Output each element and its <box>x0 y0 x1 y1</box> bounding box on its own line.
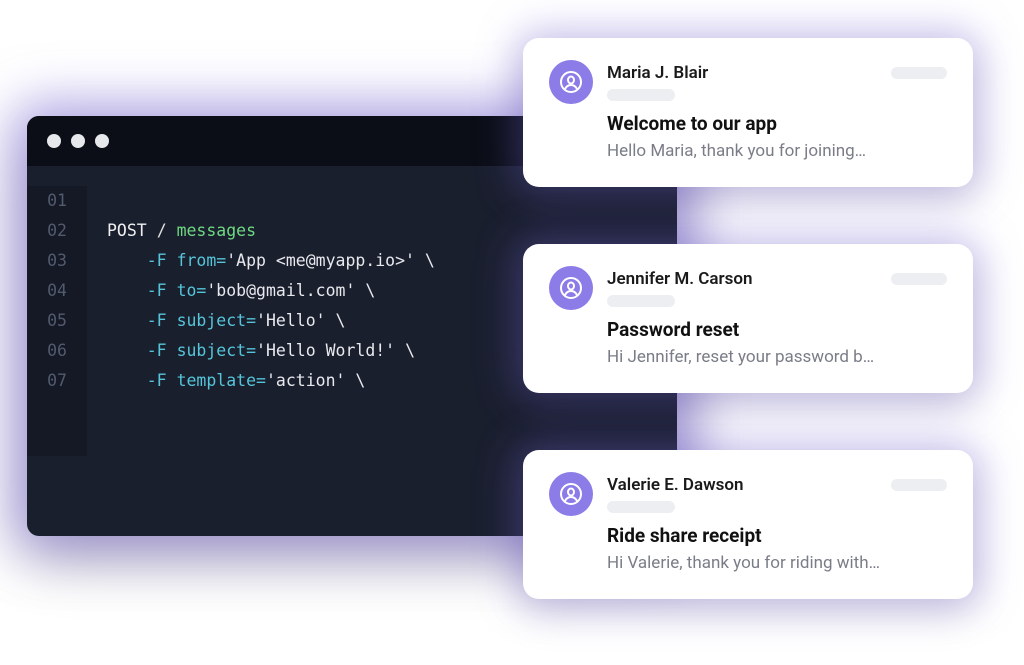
line-number: 01 <box>27 186 87 216</box>
avatar-icon <box>549 472 593 516</box>
line-number: 02 <box>27 216 87 246</box>
code-content: POST / messages -F from='App <me@myapp.i… <box>87 186 435 456</box>
param: template= <box>177 371 266 390</box>
flag: -F <box>147 341 167 360</box>
line-number: 03 <box>27 246 87 276</box>
value: 'Hello World!' <box>256 341 395 360</box>
line-number: 07 <box>27 366 87 396</box>
avatar-icon <box>549 60 593 104</box>
message-card[interactable]: Valerie E. Dawson Ride share receipt Hi … <box>523 450 973 599</box>
card-header: Maria J. Blair <box>549 60 947 104</box>
card-header: Valerie E. Dawson <box>549 472 947 516</box>
endpoint-name: messages <box>177 221 256 240</box>
value: 'App <me@myapp.io>' <box>226 251 415 270</box>
backslash: \ <box>336 311 346 330</box>
line-number: 06 <box>27 336 87 366</box>
line-number: 05 <box>27 306 87 336</box>
flag: -F <box>147 251 167 270</box>
message-preview: Hi Jennifer, reset your password b… <box>607 347 947 367</box>
close-icon[interactable] <box>47 134 61 148</box>
param: subject= <box>177 341 256 360</box>
line-number: 04 <box>27 276 87 306</box>
path-slash: / <box>157 221 167 240</box>
meta-placeholder <box>607 501 675 513</box>
flag: -F <box>147 281 167 300</box>
flag: -F <box>147 311 167 330</box>
value: 'action' <box>266 371 345 390</box>
message-subject: Password reset <box>607 318 947 341</box>
param: subject= <box>177 311 256 330</box>
message-subject: Ride share receipt <box>607 524 947 547</box>
meta-placeholder <box>607 89 675 101</box>
line-number-gutter: 01 02 03 04 05 06 07 <box>27 186 87 456</box>
minimize-icon[interactable] <box>71 134 85 148</box>
avatar-icon <box>549 266 593 310</box>
sender-name: Maria J. Blair <box>607 63 708 83</box>
timestamp-placeholder <box>891 273 947 285</box>
param: to= <box>177 281 207 300</box>
message-card[interactable]: Jennifer M. Carson Password reset Hi Jen… <box>523 244 973 393</box>
message-preview: Hello Maria, thank you for joining… <box>607 141 947 161</box>
card-header: Jennifer M. Carson <box>549 266 947 310</box>
timestamp-placeholder <box>891 67 947 79</box>
maximize-icon[interactable] <box>95 134 109 148</box>
backslash: \ <box>365 281 375 300</box>
sender-name: Valerie E. Dawson <box>607 475 744 495</box>
http-method: POST <box>107 221 147 240</box>
message-card[interactable]: Maria J. Blair Welcome to our app Hello … <box>523 38 973 187</box>
value: 'bob@gmail.com' <box>206 281 355 300</box>
backslash: \ <box>405 341 415 360</box>
backslash: \ <box>425 251 435 270</box>
message-subject: Welcome to our app <box>607 112 947 135</box>
value: 'Hello' <box>256 311 326 330</box>
message-preview: Hi Valerie, thank you for riding with… <box>607 553 947 573</box>
flag: -F <box>147 371 167 390</box>
param: from= <box>177 251 227 270</box>
timestamp-placeholder <box>891 479 947 491</box>
backslash: \ <box>355 371 365 390</box>
sender-name: Jennifer M. Carson <box>607 269 753 289</box>
meta-placeholder <box>607 295 675 307</box>
